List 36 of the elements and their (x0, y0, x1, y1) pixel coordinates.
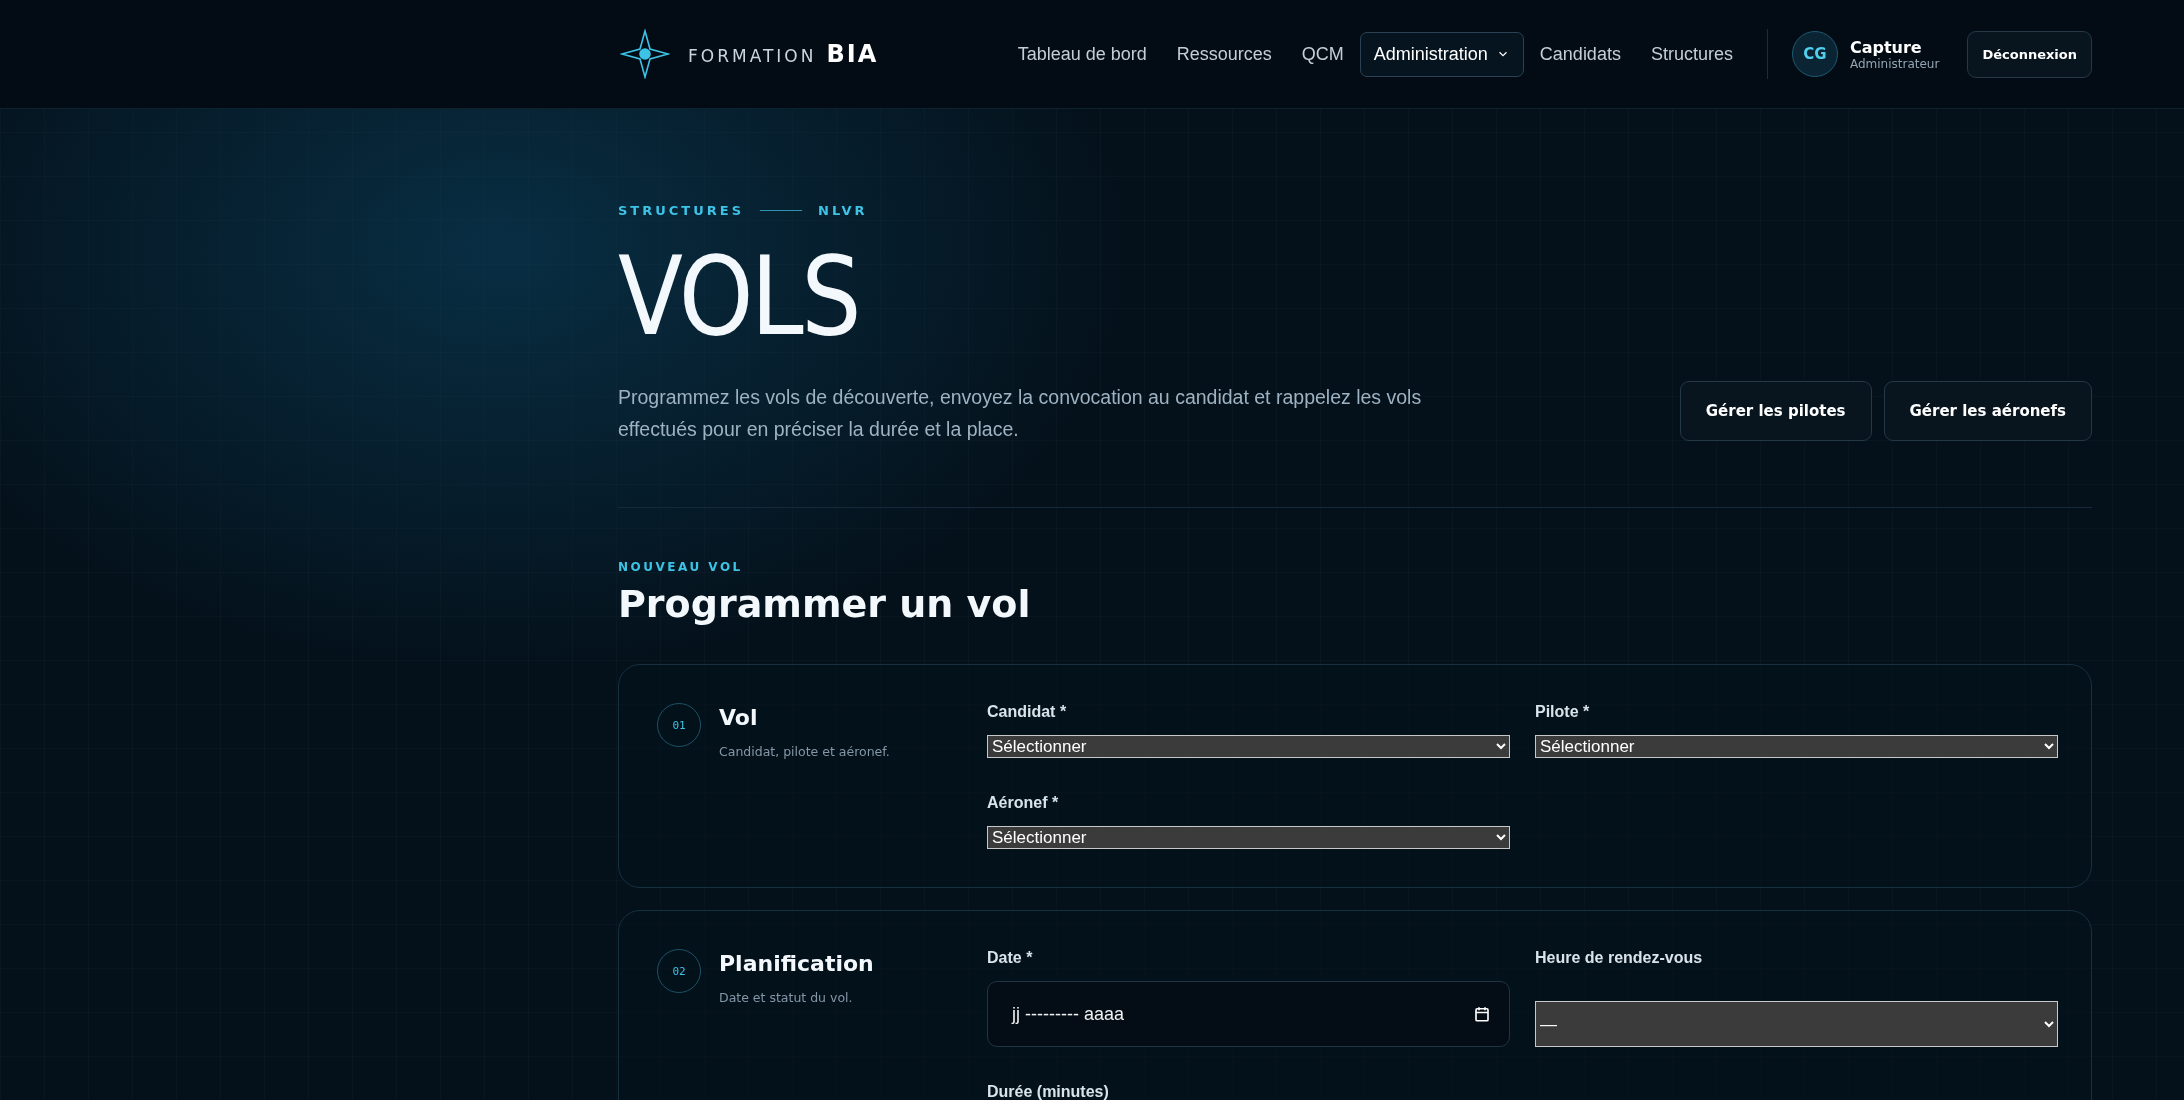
logo-text: FORMATION BIA (688, 40, 879, 68)
select-field[interactable]: Sélectionner (1535, 735, 2058, 759)
nav-link[interactable]: Structures (1636, 31, 1747, 77)
field-label: Aéronef * (987, 794, 1060, 813)
select-field[interactable]: — (1535, 1001, 2058, 1048)
breadcrumb-link[interactable]: STRUCTURES (618, 203, 744, 218)
nav-dropdown[interactable]: Administration (1359, 31, 1524, 77)
user-name: Capture (1849, 37, 1923, 57)
step-subtitle: Date et statut du vol. (719, 990, 854, 1006)
field-label: Durée (minutes) (987, 1083, 1110, 1100)
breadcrumb-link[interactable]: NLVR (818, 203, 868, 218)
section-title: Programmer un vol (618, 582, 1032, 627)
logout-button[interactable]: Déconnexion (1967, 30, 2092, 78)
user-avatar[interactable]: CG (1791, 31, 1838, 77)
nav-link[interactable]: QCM (1287, 31, 1358, 77)
nav-link[interactable]: Tableau de bord (1003, 31, 1161, 77)
page-title: VOLS (618, 240, 860, 354)
action-button[interactable]: Gérer les aéronefs (1883, 381, 2092, 442)
section-eyebrow: NOUVEAU VOL (618, 560, 744, 575)
compass-star-icon (620, 29, 670, 79)
field-label: Candidat * (987, 703, 1068, 722)
calendar-icon[interactable] (1473, 1005, 1491, 1024)
field-label: Heure de rendez-vous (1535, 949, 1704, 968)
action-button[interactable]: Gérer les pilotes (1679, 381, 1872, 442)
date-field[interactable]: jj --------- aaaa (987, 981, 1510, 1048)
field-label: Date * (987, 949, 1034, 968)
nav-link[interactable]: Candidats (1525, 31, 1635, 77)
select-field[interactable]: Sélectionner (987, 735, 1510, 759)
user-role: Administrateur (1849, 56, 1940, 71)
step-title: Planification (719, 951, 874, 977)
step-subtitle: Candidat, pilote et aéronef. (719, 744, 890, 760)
step-title: Vol (719, 705, 759, 731)
field-label: Pilote * (1535, 703, 1591, 722)
select-field[interactable]: Sélectionner (987, 826, 1510, 850)
intro-text: Programmez les vols de découverte, envoyez la convocation au candidat et rappelez les vols effectués pour en préciser la durée et la place. (618, 385, 1423, 443)
nav-link[interactable]: Ressources (1162, 31, 1286, 77)
